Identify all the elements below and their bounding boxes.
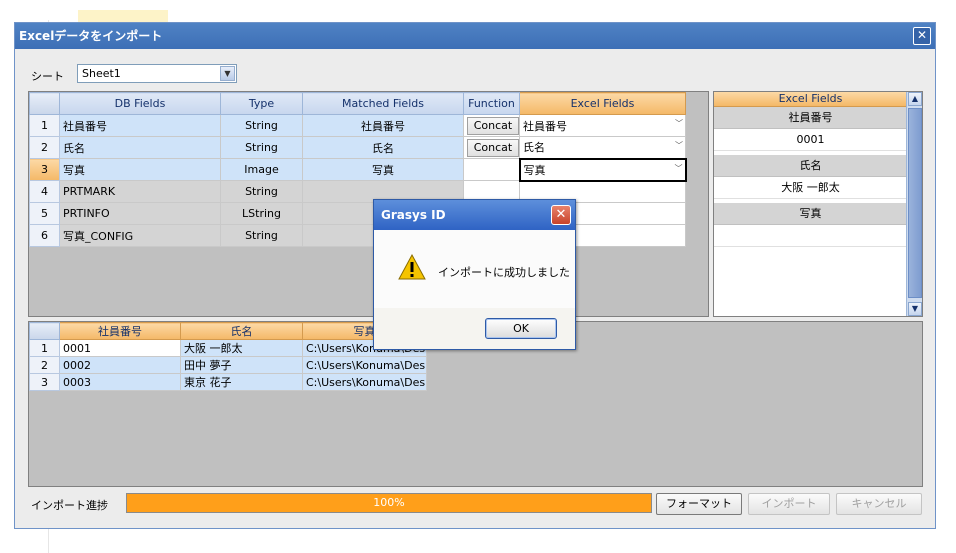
excel-field-value: 写真 [523, 163, 546, 177]
grid-corner[interactable] [29, 92, 60, 115]
row-number[interactable]: 3 [29, 158, 60, 181]
sheet-label: シート [31, 70, 64, 83]
excel-field-value: 氏名 [523, 141, 545, 155]
function-cell[interactable] [463, 158, 520, 181]
name-cell[interactable]: 田中 夢子 [180, 356, 303, 374]
excel-field-dropdown[interactable]: 氏名 ﹀ [519, 136, 686, 159]
db-field-cell[interactable]: 写真_CONFIG [59, 224, 221, 247]
table-row[interactable]: 3 写真 Image 写真 写真 ﹀ [29, 157, 687, 182]
concat-button[interactable]: Concat [467, 138, 519, 157]
name-cell[interactable]: 大阪 一郎太 [180, 339, 303, 357]
db-field-cell[interactable]: PRTMARK [59, 180, 221, 203]
row-number[interactable]: 6 [29, 224, 60, 247]
employee-number-cell[interactable]: 0001 [59, 339, 181, 357]
matched-field-cell[interactable]: 氏名 [302, 136, 464, 159]
chevron-down-icon[interactable]: ﹀ [675, 140, 683, 151]
chevron-down-icon[interactable]: ﹀ [675, 163, 683, 174]
concat-button[interactable]: Concat [467, 116, 519, 135]
table-row[interactable]: 5 PRTINFO LString [29, 202, 686, 225]
excel-field-label[interactable]: 社員番号 [714, 107, 907, 129]
matched-field-cell[interactable]: 社員番号 [302, 114, 464, 137]
table-row[interactable]: 2 0002 田中 夢子 C:\Users\Konuma\Deskt [29, 356, 427, 374]
table-row[interactable]: 2 氏名 String 氏名 Concat 氏名 ﹀ [29, 136, 686, 159]
employee-number-cell[interactable]: 0003 [59, 373, 181, 391]
column-header-type[interactable]: Type [220, 92, 303, 115]
excel-field-dropdown[interactable]: 写真 ﹀ [518, 157, 687, 182]
background-tab [78, 10, 168, 22]
row-number[interactable]: 2 [29, 356, 60, 374]
excel-field-label[interactable]: 氏名 [714, 155, 907, 177]
excel-fields-panel: Excel Fields 社員番号 0001 氏名 大阪 一郎太 写真 ▲ ▼ [713, 91, 923, 317]
db-field-cell[interactable]: PRTINFO [59, 202, 221, 225]
employee-number-cell[interactable]: 0002 [59, 356, 181, 374]
grid-corner[interactable] [29, 322, 60, 340]
matched-field-cell[interactable]: 写真 [302, 158, 464, 181]
db-field-cell[interactable]: 氏名 [59, 136, 221, 159]
chevron-down-icon[interactable]: ﹀ [675, 118, 683, 129]
window-title: Excelデータをインポート [19, 29, 163, 43]
function-cell: Concat [463, 114, 520, 137]
scroll-down-icon[interactable]: ▼ [908, 302, 922, 316]
type-cell[interactable]: String [220, 114, 303, 137]
excel-field-label[interactable]: 写真 [714, 203, 907, 225]
window-titlebar: Excelデータをインポート ✕ [15, 23, 935, 49]
excel-field-dropdown[interactable]: 社員番号 ﹀ [519, 114, 686, 137]
sheet-select[interactable]: Sheet1 ▼ [77, 64, 237, 83]
photo-path-cell[interactable]: C:\Users\Konuma\Deskt [302, 356, 427, 374]
dialog-titlebar: Grasys ID ✕ [374, 200, 575, 230]
column-header-employee-number[interactable]: 社員番号 [59, 322, 181, 340]
name-cell[interactable]: 東京 花子 [180, 373, 303, 391]
excel-field-value [714, 225, 907, 247]
dialog-title: Grasys ID [381, 208, 446, 222]
photo-path-cell[interactable]: C:\Users\Konuma\Deskt [302, 373, 427, 391]
type-cell[interactable]: String [220, 180, 303, 203]
progress-label: インポート進捗 [31, 499, 108, 512]
type-cell[interactable]: String [220, 224, 303, 247]
table-row[interactable]: 1 0001 大阪 一郎太 C:\Users\Konuma\Deskt [29, 339, 427, 357]
scroll-up-icon[interactable]: ▲ [908, 92, 922, 106]
scrollbar-thumb[interactable] [908, 108, 922, 298]
table-row[interactable]: 6 写真_CONFIG String [29, 224, 686, 247]
row-number[interactable]: 1 [29, 339, 60, 357]
ok-button[interactable]: OK [485, 318, 557, 339]
row-number[interactable]: 2 [29, 136, 60, 159]
column-header-excel-fields[interactable]: Excel Fields [519, 92, 686, 115]
excel-field-value: 社員番号 [523, 119, 567, 133]
column-header-db-fields[interactable]: DB Fields [59, 92, 221, 115]
type-cell[interactable]: LString [220, 202, 303, 225]
vertical-scrollbar[interactable]: ▲ ▼ [906, 92, 922, 316]
import-progress-bar: 100% [126, 493, 652, 513]
excel-field-value: 大阪 一郎太 [714, 177, 907, 199]
db-field-cell[interactable]: 社員番号 [59, 114, 221, 137]
field-mapping-grid: DB Fields Type Matched Fields Function E… [28, 91, 709, 317]
column-header-function[interactable]: Function [463, 92, 520, 115]
progress-text: 100% [373, 496, 405, 509]
table-row[interactable]: 1 社員番号 String 社員番号 Concat 社員番号 ﹀ [29, 114, 686, 137]
table-row[interactable]: 3 0003 東京 花子 C:\Users\Konuma\Deskt [29, 373, 427, 391]
row-number[interactable]: 1 [29, 114, 60, 137]
row-number[interactable]: 3 [29, 373, 60, 391]
dialog-body: インポートに成功しました [374, 230, 575, 308]
table-row[interactable]: 4 PRTMARK String [29, 180, 686, 203]
chevron-down-icon[interactable]: ▼ [220, 66, 235, 81]
row-number[interactable]: 5 [29, 202, 60, 225]
import-button[interactable]: インポート [748, 493, 830, 515]
format-button[interactable]: フォーマット [656, 493, 742, 515]
type-cell[interactable]: String [220, 136, 303, 159]
excel-fields-panel-header: Excel Fields [714, 92, 907, 107]
column-header-name[interactable]: 氏名 [180, 322, 303, 340]
type-cell[interactable]: Image [220, 158, 303, 181]
function-cell: Concat [463, 136, 520, 159]
column-header-matched-fields[interactable]: Matched Fields [302, 92, 464, 115]
window-close-icon[interactable]: ✕ [913, 27, 931, 45]
dialog-close-icon[interactable]: ✕ [551, 205, 571, 225]
warning-icon [398, 254, 426, 280]
excel-field-value: 0001 [714, 129, 907, 151]
dialog-message: インポートに成功しました [438, 266, 570, 279]
cancel-button[interactable]: キャンセル [836, 493, 922, 515]
row-number[interactable]: 4 [29, 180, 60, 203]
sheet-select-value: Sheet1 [82, 67, 121, 80]
success-dialog: Grasys ID ✕ インポートに成功しました OK [373, 199, 576, 350]
db-field-cell[interactable]: 写真 [59, 158, 221, 181]
